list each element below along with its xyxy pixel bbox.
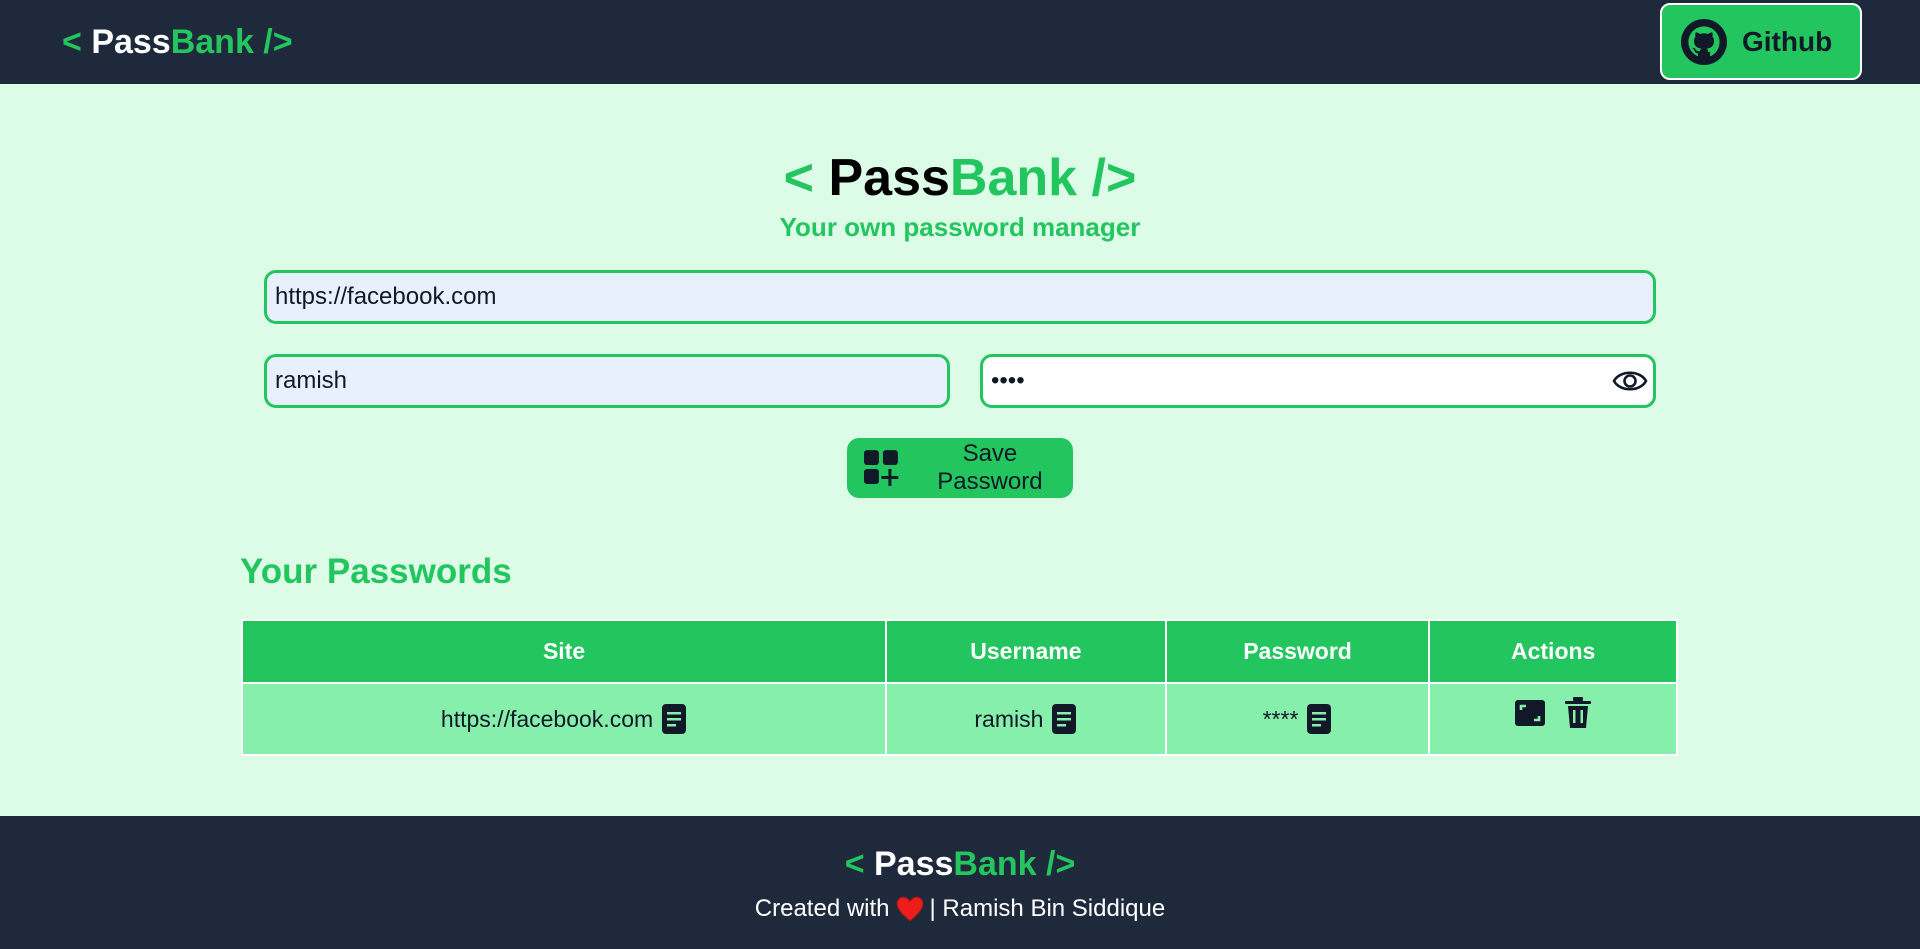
github-icon	[1681, 18, 1727, 65]
footer: < PassBank /> Created with | Ramish Bin …	[0, 816, 1920, 949]
column-header-site: Site	[240, 619, 888, 684]
nav-logo[interactable]: < PassBank />	[62, 22, 293, 62]
copy-site-icon[interactable]	[661, 703, 687, 735]
navbar: < PassBank /> Github	[0, 0, 1920, 84]
hero-title: < PassBank />	[0, 148, 1920, 208]
site-value[interactable]: https://facebook.com	[441, 706, 653, 733]
add-grid-icon	[863, 450, 899, 486]
created-with-text: Created with	[754, 895, 890, 922]
site-url-input[interactable]	[264, 270, 1656, 324]
copy-password-icon[interactable]	[1306, 703, 1332, 735]
your-passwords-heading: Your Passwords	[240, 552, 512, 591]
author-text: | Ramish Bin Siddique	[929, 895, 1166, 922]
edit-icon[interactable]	[1514, 699, 1546, 727]
hero-logo-bank: Bank	[949, 149, 1078, 207]
username-cell: ramish	[885, 682, 1167, 756]
footer-logo-close: />	[1036, 845, 1076, 883]
eye-icon	[1612, 371, 1648, 391]
logo-close: />	[253, 23, 293, 61]
column-header-actions: Actions	[1428, 619, 1678, 684]
username-input[interactable]	[264, 354, 950, 408]
heart-icon	[896, 896, 924, 922]
table-row: https://facebook.com ramish ****	[240, 682, 1678, 756]
password-value: ****	[1262, 705, 1299, 732]
username-value: ramish	[974, 705, 1044, 732]
logo-pass: Pass	[91, 23, 171, 61]
footer-credit: Created with | Ramish Bin Siddique	[0, 894, 1920, 924]
save-password-button[interactable]: Save Password	[847, 438, 1073, 498]
save-password-label: Save Password	[937, 440, 1043, 495]
column-header-username: Username	[885, 619, 1167, 684]
logo-bank: Bank	[170, 23, 254, 61]
site-cell: https://facebook.com	[240, 682, 888, 756]
footer-logo-pass: Pass	[874, 845, 954, 883]
passwords-table: Site Username Password Actions https://f…	[240, 619, 1678, 756]
trash-icon[interactable]	[1564, 697, 1592, 729]
password-cell: ****	[1164, 682, 1431, 756]
github-button[interactable]: Github	[1660, 3, 1862, 80]
table-header-row: Site Username Password Actions	[240, 619, 1678, 684]
hero-subtitle: Your own password manager	[779, 212, 1141, 242]
footer-logo: < PassBank />	[0, 844, 1920, 884]
copy-username-icon[interactable]	[1051, 703, 1077, 735]
logo-open: <	[62, 23, 92, 61]
column-header-password: Password	[1164, 619, 1431, 684]
show-password-toggle[interactable]	[1612, 364, 1648, 398]
hero-logo-open: <	[783, 149, 829, 207]
actions-cell	[1428, 682, 1678, 756]
hero-logo-pass: Pass	[828, 149, 950, 207]
github-label: Github	[1742, 25, 1833, 57]
hero-logo-close: />	[1077, 149, 1137, 207]
footer-logo-bank: Bank	[953, 845, 1037, 883]
footer-logo-open: <	[844, 845, 874, 883]
password-input[interactable]	[980, 354, 1656, 408]
